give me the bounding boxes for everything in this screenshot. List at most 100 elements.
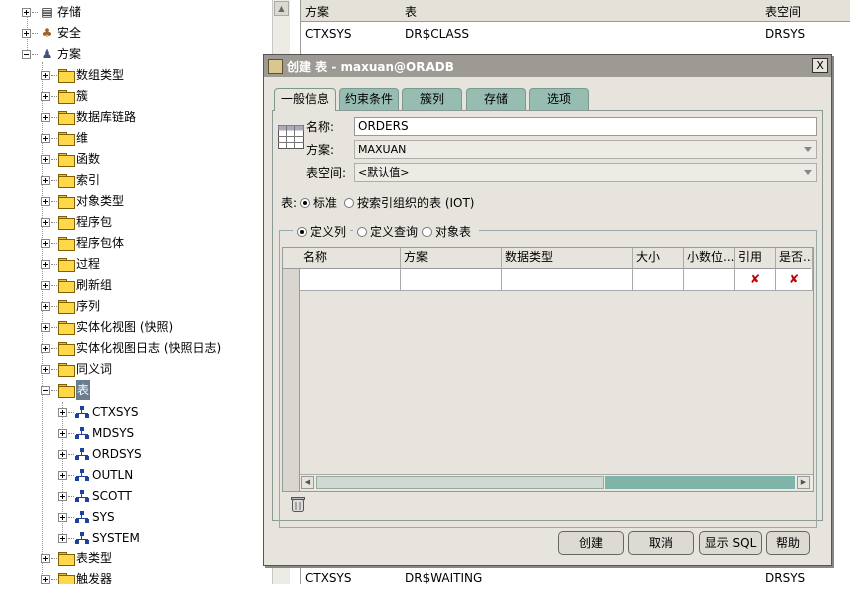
radio-standard[interactable]: 标准 — [300, 194, 337, 211]
table-row[interactable]: CTXSYS DR$CLASS DRSYS — [301, 24, 850, 46]
tree-node-schema-user[interactable]: SYSTEM — [58, 528, 140, 548]
expand-icon[interactable] — [41, 364, 50, 374]
column-header[interactable]: 方案 — [305, 3, 329, 20]
tree-node-security[interactable]: ♣ 安全 — [22, 23, 81, 43]
cell-size[interactable] — [633, 269, 684, 291]
cell-schema[interactable] — [401, 269, 502, 291]
tree-node-storage[interactable]: ▤ 存储 — [22, 2, 81, 22]
tree-node-folder[interactable]: 数组类型 — [41, 65, 124, 85]
column-header[interactable]: 表 — [405, 3, 417, 20]
tab-general[interactable]: 一般信息 — [274, 88, 336, 111]
tree-node-tables[interactable]: 表 — [41, 380, 91, 400]
column-header[interactable]: 表空间 — [765, 3, 801, 20]
tree-node-schema[interactable]: ♟ 方案 — [22, 44, 81, 64]
expand-icon[interactable] — [41, 322, 50, 332]
show-sql-button[interactable]: 显示 SQL — [699, 531, 762, 555]
expand-icon[interactable] — [41, 154, 50, 164]
name-input[interactable]: ORDERS — [354, 117, 817, 136]
schema-select[interactable]: MAXUAN — [354, 140, 817, 159]
expand-icon[interactable] — [58, 407, 67, 417]
scroll-track[interactable] — [605, 476, 795, 489]
expand-icon[interactable] — [58, 470, 67, 480]
expand-icon[interactable] — [41, 553, 50, 563]
tree-node-folder[interactable]: 对象类型 — [41, 191, 124, 211]
expand-icon[interactable] — [41, 238, 50, 248]
horizontal-scrollbar[interactable]: ◀ ▶ — [300, 474, 813, 490]
column-header[interactable]: 数据类型 — [502, 248, 633, 269]
tab-storage[interactable]: 存储 — [466, 88, 526, 110]
help-button[interactable]: 帮助 — [766, 531, 810, 555]
expand-icon[interactable] — [41, 133, 50, 143]
collapse-icon[interactable] — [22, 49, 31, 59]
column-header[interactable]: 引用 — [735, 248, 776, 269]
create-button[interactable]: 创建 — [558, 531, 624, 555]
column-header[interactable]: 是否... — [776, 248, 813, 269]
tree-node-schema-user[interactable]: OUTLN — [58, 465, 133, 485]
tree-node-folder[interactable]: 实体化视图 (快照) — [41, 317, 173, 337]
scroll-thumb[interactable] — [316, 476, 604, 489]
expand-icon[interactable] — [22, 28, 31, 38]
tree-node-schema-user[interactable]: SCOTT — [58, 486, 132, 506]
columns-grid[interactable]: 名称 方案 数据类型 大小 小数位... 引用 是否... ✘ ✘ ◀ ▶ — [282, 247, 814, 492]
cancel-button[interactable]: 取消 — [628, 531, 694, 555]
expand-icon[interactable] — [41, 343, 50, 353]
cell-nullable[interactable]: ✘ — [776, 269, 813, 291]
expand-icon[interactable] — [41, 91, 50, 101]
tree-node-folder[interactable]: 函数 — [41, 149, 100, 169]
scroll-left-icon[interactable]: ◀ — [301, 476, 314, 489]
expand-icon[interactable] — [58, 449, 67, 459]
column-header[interactable]: 大小 — [633, 248, 684, 269]
tab-options[interactable]: 选项 — [529, 88, 589, 110]
cell-datatype[interactable] — [502, 269, 633, 291]
expand-icon[interactable] — [58, 512, 67, 522]
expand-icon[interactable] — [41, 175, 50, 185]
table-row[interactable]: ✘ ✘ — [283, 269, 813, 291]
tree-node-folder[interactable]: 序列 — [41, 296, 100, 316]
scroll-right-icon[interactable]: ▶ — [797, 476, 810, 489]
close-icon[interactable]: X — [812, 58, 828, 73]
tree-node-folder[interactable]: 索引 — [41, 170, 100, 190]
column-header[interactable]: 名称 — [300, 248, 401, 269]
tablespace-select[interactable]: <默认值> — [354, 163, 817, 182]
expand-icon[interactable] — [41, 280, 50, 290]
expand-icon[interactable] — [41, 217, 50, 227]
tree-node-folder[interactable]: 过程 — [41, 254, 100, 274]
tree-node-schema-user[interactable]: SYS — [58, 507, 115, 527]
tree-node-folder[interactable]: 同义词 — [41, 359, 112, 379]
tree-node-folder[interactable]: 维 — [41, 128, 88, 148]
expand-icon[interactable] — [41, 574, 50, 584]
tree-node-folder[interactable]: 触发器 — [41, 569, 112, 584]
tree-node-folder[interactable]: 表类型 — [41, 548, 112, 568]
expand-icon[interactable] — [58, 491, 67, 501]
column-header[interactable]: 小数位... — [684, 248, 735, 269]
trash-icon[interactable] — [291, 496, 305, 512]
radio-define-query[interactable]: 定义查询 — [353, 223, 423, 240]
table-row[interactable]: CTXSYS DR$WAITING DRSYS — [301, 568, 850, 590]
expand-icon[interactable] — [58, 533, 67, 543]
radio-iot[interactable]: 按索引组织的表 (IOT) — [344, 194, 475, 211]
expand-icon[interactable] — [22, 7, 31, 17]
tree-node-schema-user[interactable]: ORDSYS — [58, 444, 142, 464]
expand-icon[interactable] — [41, 70, 50, 80]
radio-object-table[interactable]: 对象表 — [418, 223, 480, 240]
tree-node-schema-user[interactable]: CTXSYS — [58, 402, 139, 422]
tree-node-schema-user[interactable]: MDSYS — [58, 423, 134, 443]
cell-scale[interactable] — [684, 269, 735, 291]
expand-icon[interactable] — [58, 428, 67, 438]
radio-define-columns[interactable]: 定义列 — [293, 223, 351, 240]
expand-icon[interactable] — [41, 196, 50, 206]
cell-name[interactable] — [300, 269, 401, 291]
tree-node-folder[interactable]: 簇 — [41, 86, 88, 106]
expand-icon[interactable] — [41, 301, 50, 311]
tree-node-folder[interactable]: 刷新组 — [41, 275, 112, 295]
scroll-up-icon[interactable]: ▲ — [274, 1, 289, 16]
tree-node-folder[interactable]: 数据库链路 — [41, 107, 136, 127]
tree-node-folder[interactable]: 程序包 — [41, 212, 112, 232]
expand-icon[interactable] — [41, 259, 50, 269]
tree-node-folder[interactable]: 实体化视图日志 (快照日志) — [41, 338, 221, 358]
dialog-titlebar[interactable]: 创建 表 - maxuan@ORADB X — [264, 55, 831, 77]
tab-cluster-columns[interactable]: 簇列 — [402, 88, 462, 110]
tree-node-folder[interactable]: 程序包体 — [41, 233, 124, 253]
tab-constraints[interactable]: 约束条件 — [339, 88, 399, 110]
column-header[interactable]: 方案 — [401, 248, 502, 269]
